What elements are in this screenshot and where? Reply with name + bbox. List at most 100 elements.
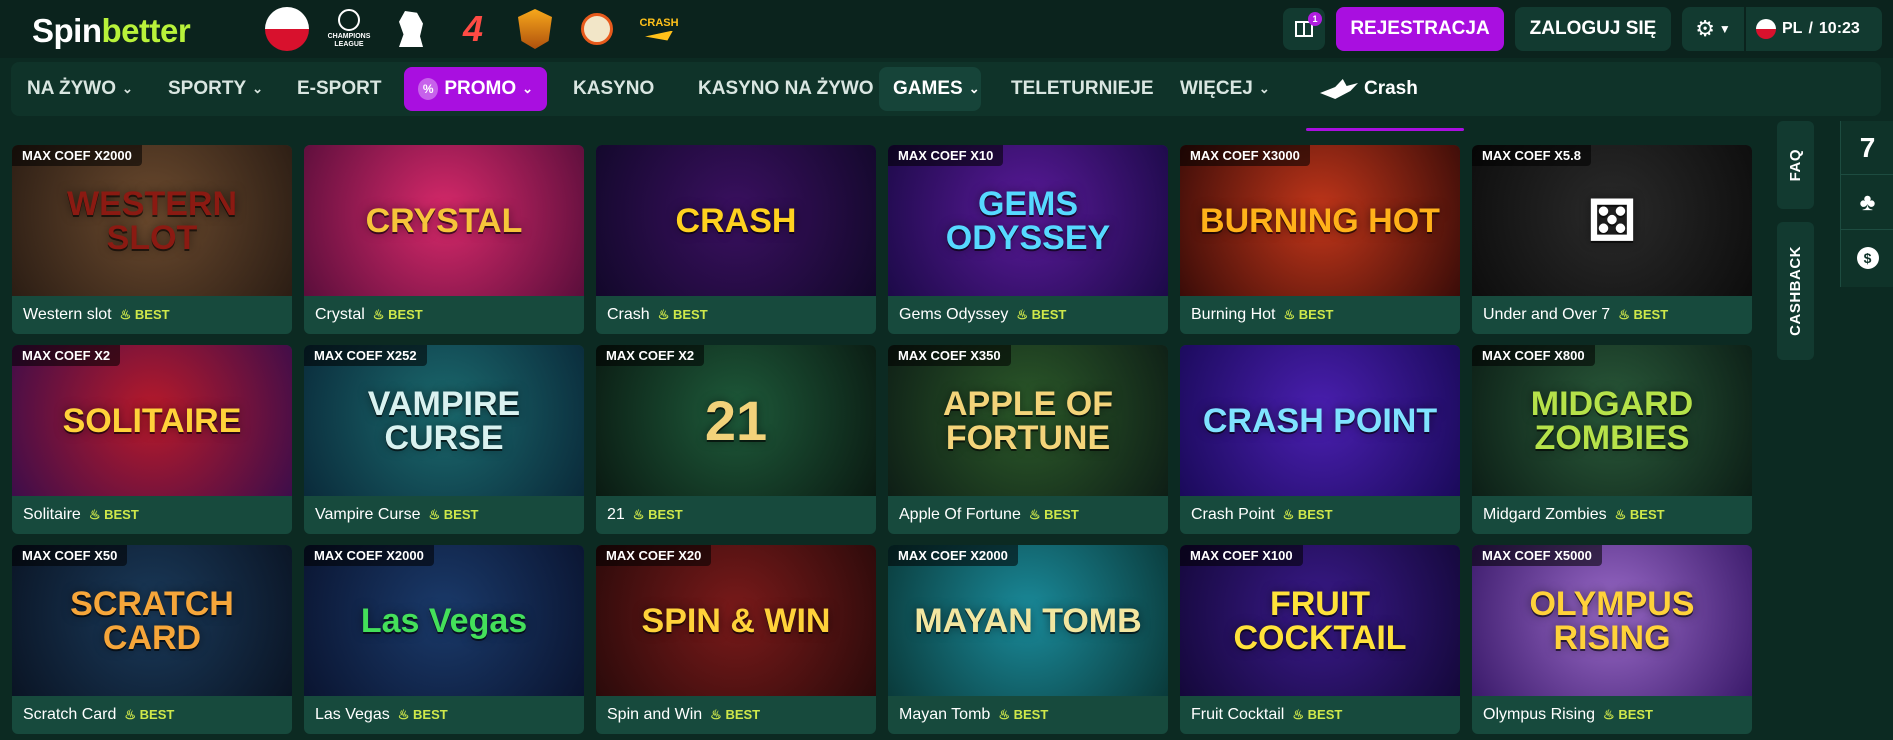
poland-flag-icon[interactable] (264, 6, 310, 52)
best-label: BEST (139, 707, 175, 722)
nav-label: E-SPORT (297, 78, 382, 99)
laliga-icon[interactable]: 4 (450, 6, 496, 52)
nav-item-game-shows[interactable]: TELETURNIEJE (997, 67, 1168, 111)
game-thumbnail[interactable]: ⚄ MAX COEF X5.8 (1472, 145, 1752, 296)
game-thumbnail[interactable]: CRASH POINT (1180, 345, 1460, 496)
register-button[interactable]: REJESTRACJA (1336, 7, 1504, 51)
crash-promo-icon[interactable]: CRASH (636, 6, 682, 52)
game-card[interactable]: WESTERN SLOT MAX COEF X2000 Western slot ♨ … (12, 145, 292, 334)
game-card-footer: Fruit Cocktail ♨ BEST (1180, 696, 1460, 734)
game-card[interactable]: CRASH Crash ♨ BEST (596, 145, 876, 334)
game-card-footer: Mayan Tomb ♨ BEST (888, 696, 1168, 734)
best-label: BEST (1298, 307, 1334, 322)
logo[interactable]: Spinbetter (32, 12, 191, 50)
game-thumbnail[interactable]: SPIN & WIN MAX COEF X20 (596, 545, 876, 696)
game-art-title: FRUIT COCKTAIL (1233, 584, 1407, 657)
chevron-down-icon: ▼ (1718, 22, 1731, 36)
max-coef-badge: MAX COEF X5.8 (1472, 145, 1591, 166)
game-card[interactable]: OLYMPUS RISING MAX COEF X5000 Olympus Risi… (1472, 545, 1752, 734)
nav-item-crash[interactable]: Crash (1306, 67, 1432, 111)
nav-item-casino[interactable]: KASYNO (559, 67, 668, 111)
plane-icon (1320, 79, 1358, 99)
game-card-footer: Apple Of Fortune ♨ BEST (888, 496, 1168, 534)
premier-league-icon[interactable] (388, 6, 434, 52)
nav-item-live-casino[interactable]: KASYNO NA ŻYWO (684, 67, 888, 111)
game-card[interactable]: MAYAN TOMB MAX COEF X2000 Mayan Tomb ♨ BEST (888, 545, 1168, 734)
game-thumbnail[interactable]: OLYMPUS RISING MAX COEF X5000 (1472, 545, 1752, 696)
game-card[interactable]: ⚄ MAX COEF X5.8 Under and Over 7 ♨ BEST (1472, 145, 1752, 334)
game-card[interactable]: CRYSTAL Crystal ♨ BEST (304, 145, 584, 334)
language-time-selector[interactable]: PL / 10:23 (1746, 7, 1882, 51)
nav-item-sports[interactable]: SPORTY ⌄ (154, 67, 277, 111)
nav-item-live[interactable]: NA ŻYWO ⌄ (13, 67, 147, 111)
game-card[interactable]: Las Vegas MAX COEF X2000 Las Vegas ♨ BEST (304, 545, 584, 734)
best-label: BEST (1633, 307, 1669, 322)
flame-icon: ♨ (1618, 307, 1630, 322)
login-button[interactable]: ZALOGUJ SIĘ (1515, 7, 1671, 51)
poker-button[interactable]: ♣ (1841, 176, 1893, 230)
game-card[interactable]: CRASH POINT Crash Point ♨ BEST (1180, 345, 1460, 534)
flame-icon: ♨ (397, 707, 410, 722)
game-card[interactable]: SOLITAIRE MAX COEF X2 Solitaire ♨ BEST (12, 345, 292, 534)
game-thumbnail[interactable]: CRYSTAL (304, 145, 584, 296)
top-bar: Spinbetter CHAMPIONS LEAGUE 4 CRASH 1 RE… (0, 0, 1893, 58)
nav-item-esport[interactable]: E-SPORT (283, 67, 395, 111)
game-thumbnail[interactable]: BURNING HOT MAX COEF X3000 (1180, 145, 1460, 296)
settings-button[interactable]: ⚙ ▼ (1682, 7, 1744, 51)
best-label: BEST (388, 307, 423, 322)
separator: / (1808, 20, 1813, 37)
game-thumbnail[interactable]: GEMS ODYSSEY MAX COEF X10 (888, 145, 1168, 296)
game-thumbnail[interactable]: WESTERN SLOT MAX COEF X2000 (12, 145, 292, 296)
nav-item-promo[interactable]: % PROMO ⌄ (404, 67, 547, 111)
best-label: BEST (672, 307, 708, 322)
chicken-icon[interactable] (574, 6, 620, 52)
nav-item-games[interactable]: GAMES ⌄ (879, 67, 981, 111)
best-badge: ♨ BEST (1615, 507, 1665, 523)
flame-icon: ♨ (1016, 307, 1029, 322)
champions-league-icon[interactable]: CHAMPIONS LEAGUE (326, 6, 372, 52)
nav-item-more[interactable]: WIĘCEJ ⌄ (1166, 67, 1284, 111)
game-thumbnail[interactable]: Las Vegas MAX COEF X2000 (304, 545, 584, 696)
nav-label: TELETURNIEJE (1011, 78, 1154, 99)
game-thumbnail[interactable]: CRASH (596, 145, 876, 296)
best-badge: ♨ BEST (658, 307, 708, 323)
best-badge: ♨ BEST (1603, 707, 1653, 723)
game-name: Crash Point (1191, 506, 1275, 523)
best-label: BEST (1629, 507, 1665, 522)
gift-button[interactable]: 1 (1283, 8, 1325, 50)
game-card[interactable]: MIDGARD ZOMBIES MAX COEF X800 Midgard Zomb… (1472, 345, 1752, 534)
faq-tab[interactable]: FAQ (1777, 121, 1814, 209)
crash-promo-label: CRASH (639, 16, 679, 29)
game-art-title: BURNING HOT (1200, 201, 1440, 240)
game-card[interactable]: GEMS ODYSSEY MAX COEF X10 Gems Odyssey ♨ BE… (888, 145, 1168, 334)
max-coef-badge: MAX COEF X100 (1180, 545, 1303, 566)
percent-icon: % (418, 78, 439, 100)
active-tab-indicator (1306, 128, 1464, 131)
nav-label: NA ŻYWO (27, 78, 117, 99)
game-thumbnail[interactable]: 21 MAX COEF X2 (596, 345, 876, 496)
nav-label: Crash (1364, 78, 1418, 99)
game-thumbnail[interactable]: VAMPIRE CURSE MAX COEF X252 (304, 345, 584, 496)
game-card[interactable]: SCRATCH CARD MAX COEF X50 Scratch Card ♨ BE… (12, 545, 292, 734)
game-card-footer: Burning Hot ♨ BEST (1180, 296, 1460, 334)
cashback-tab[interactable]: CASHBACK (1777, 222, 1814, 360)
game-thumbnail[interactable]: MIDGARD ZOMBIES MAX COEF X800 (1472, 345, 1752, 496)
game-thumbnail[interactable]: SOLITAIRE MAX COEF X2 (12, 345, 292, 496)
game-card[interactable]: APPLE OF FORTUNE MAX COEF X350 Apple Of Fo… (888, 345, 1168, 534)
game-card[interactable]: FRUIT COCKTAIL MAX COEF X100 Fruit Cocktai… (1180, 545, 1460, 734)
seven-button[interactable]: 7 (1841, 121, 1893, 175)
game-thumbnail[interactable]: MAYAN TOMB MAX COEF X2000 (888, 545, 1168, 696)
game-thumbnail[interactable]: SCRATCH CARD MAX COEF X50 (12, 545, 292, 696)
game-card[interactable]: 21 MAX COEF X2 21 ♨ BEST (596, 345, 876, 534)
side-panel: 7 ♣ $ (1840, 121, 1893, 287)
game-thumbnail[interactable]: FRUIT COCKTAIL MAX COEF X100 (1180, 545, 1460, 696)
max-coef-badge: MAX COEF X2000 (888, 545, 1018, 566)
game-name: Crystal (315, 306, 365, 323)
game-card[interactable]: BURNING HOT MAX COEF X3000 Burning Hot ♨ BE… (1180, 145, 1460, 334)
olympus-icon[interactable] (512, 6, 558, 52)
dollar-button[interactable]: $ (1841, 231, 1893, 285)
game-thumbnail[interactable]: APPLE OF FORTUNE MAX COEF X350 (888, 345, 1168, 496)
game-card[interactable]: SPIN & WIN MAX COEF X20 Spin and Win ♨ BEST (596, 545, 876, 734)
max-coef-badge: MAX COEF X3000 (1180, 145, 1310, 166)
game-card[interactable]: VAMPIRE CURSE MAX COEF X252 Vampire Curse ♨… (304, 345, 584, 534)
